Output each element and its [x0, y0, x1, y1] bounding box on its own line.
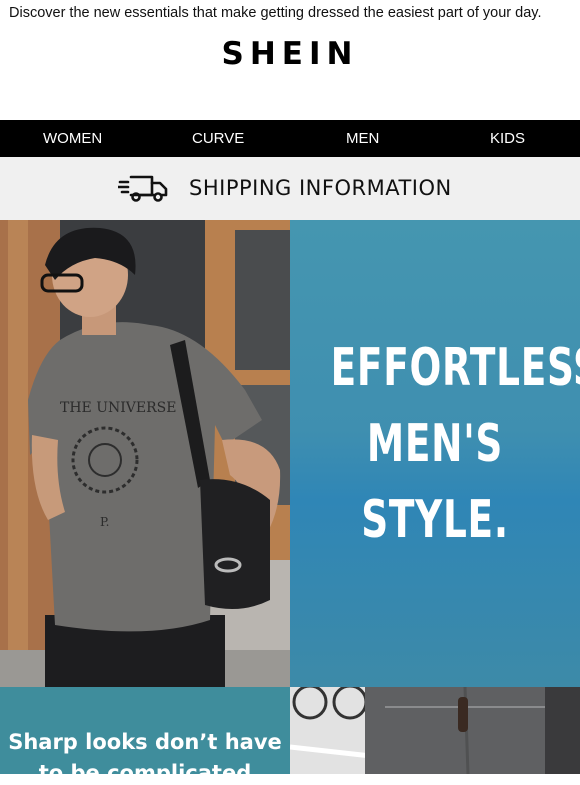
shipping-information-label: SHIPPING INFORMATION: [189, 176, 452, 200]
promo-subtext-line-2: to be complicated: [38, 761, 252, 785]
hero-model-photo[interactable]: THE UNIVERSE P.: [0, 220, 290, 687]
shirt-print-initial: P.: [100, 515, 109, 529]
promo-text-panel[interactable]: Sharp looks don’t have to be complicated: [0, 687, 290, 785]
nav-item-curve[interactable]: CURVE: [192, 130, 244, 147]
hero-photo-illustration: THE UNIVERSE P.: [0, 220, 290, 687]
category-nav: WOMEN CURVE MEN KIDS: [0, 120, 580, 157]
promo-subtext-line-1: Sharp looks don’t have: [8, 730, 282, 754]
headline-line-1: EFFORTLESS: [330, 338, 580, 398]
shein-logo[interactable]: SHEIN: [0, 36, 580, 72]
shirt-print-text: THE UNIVERSE: [60, 400, 176, 416]
preheader: Discover the new essentials that make ge…: [0, 0, 580, 30]
promo-jeans-photo[interactable]: [290, 687, 580, 774]
delivery-truck-icon: [118, 175, 168, 202]
nav-item-women[interactable]: WOMEN: [43, 130, 102, 147]
headline-line-2: MEN'S: [366, 414, 504, 474]
nav-item-kids[interactable]: KIDS: [490, 130, 525, 147]
nav-item-men[interactable]: MEN: [346, 130, 379, 147]
hero-headline-panel[interactable]: EFFORTLESS MEN'S STYLE.: [290, 220, 580, 687]
headline-line-3: STYLE.: [361, 490, 509, 550]
jeans-photo-illustration: [290, 687, 580, 774]
preheader-text: Discover the new essentials that make ge…: [9, 5, 542, 21]
shipping-banner[interactable]: SHIPPING INFORMATION: [0, 157, 580, 220]
